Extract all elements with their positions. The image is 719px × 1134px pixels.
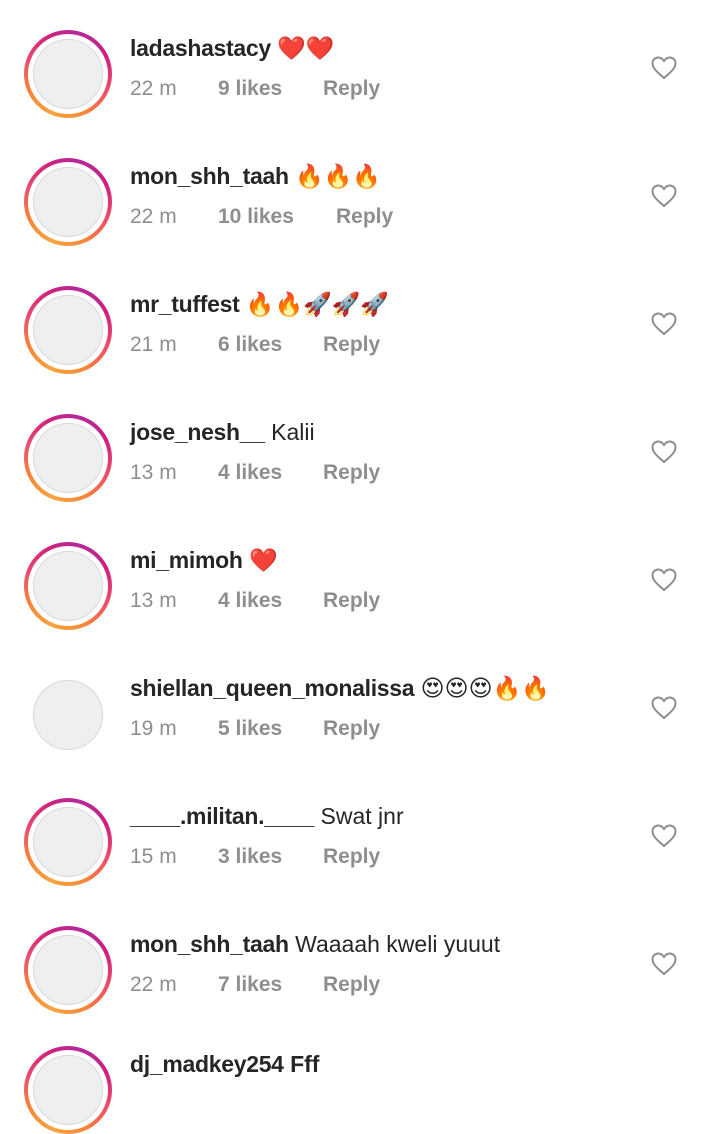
heart-outline-icon[interactable]: [651, 696, 677, 720]
comment-likes[interactable]: 3 likes: [218, 842, 323, 872]
heart-outline-icon[interactable]: [651, 440, 677, 464]
avatar-story-ring[interactable]: [24, 926, 112, 1014]
heart-outline-icon[interactable]: [651, 184, 677, 208]
comment-username[interactable]: mon_shh_taah: [130, 163, 289, 189]
avatar[interactable]: [33, 680, 103, 750]
avatar-story-ring[interactable]: [24, 542, 112, 630]
comment-text: ❤️: [249, 547, 278, 573]
comment-line: shiellan_queen_monalissa 😍😍😍🔥🔥: [130, 672, 550, 704]
comment-line: mon_shh_taah Waaaah kweli yuuut: [130, 928, 500, 960]
avatar-story-ring[interactable]: [24, 798, 112, 886]
comment-text: Swat jnr: [320, 803, 404, 829]
comment-item: mon_shh_taah Waaaah kweli yuuut 22 m 7 li…: [0, 904, 719, 1032]
comment-time: 22 m: [130, 205, 177, 228]
reply-button[interactable]: Reply: [323, 973, 380, 996]
comment-username[interactable]: mr_tuffest: [130, 291, 240, 317]
comment-username[interactable]: mi_mimoh: [130, 547, 243, 573]
heart-outline-icon[interactable]: [651, 824, 677, 848]
comment-text: 🔥🔥🚀🚀🚀: [245, 291, 390, 317]
comment-line: mi_mimoh ❤️: [130, 544, 278, 576]
avatar[interactable]: [33, 167, 103, 237]
comment-item: shiellan_queen_monalissa 😍😍😍🔥🔥 19 m 5 lik…: [0, 648, 719, 776]
heart-outline-icon[interactable]: [651, 56, 677, 80]
avatar[interactable]: [33, 423, 103, 493]
comment-meta: 22 m 10 likes Reply: [130, 202, 393, 232]
comment-item: mi_mimoh ❤️ 13 m 4 likes Reply: [0, 520, 719, 648]
reply-button[interactable]: Reply: [323, 77, 380, 100]
comment-meta: 13 m 4 likes Reply: [130, 586, 380, 616]
avatar-story-ring[interactable]: [24, 158, 112, 246]
comment-time: 22 m: [130, 973, 177, 996]
comment-line: ____.militan.____ Swat jnr: [130, 800, 404, 832]
avatar[interactable]: [33, 807, 103, 877]
avatar-wrapper[interactable]: [24, 670, 112, 758]
comment-item: mr_tuffest 🔥🔥🚀🚀🚀 21 m 6 likes Reply: [0, 264, 719, 392]
comment-line-partial: dj_madkey254 Fff: [130, 1048, 319, 1080]
comment-line: ladashastacy ❤️❤️: [130, 32, 335, 64]
reply-button[interactable]: Reply: [323, 461, 380, 484]
comment-item: jose_nesh__ Kalii 13 m 4 likes Reply: [0, 392, 719, 520]
comment-line: mon_shh_taah 🔥🔥🔥: [130, 160, 381, 192]
avatar[interactable]: [33, 551, 103, 621]
comment-username[interactable]: shiellan_queen_monalissa: [130, 675, 415, 701]
comment-meta: 19 m 5 likes Reply: [130, 714, 380, 744]
comment-text: Waaaah kweli yuuut: [295, 931, 501, 957]
avatar[interactable]: [33, 1055, 103, 1125]
comment-text: Kalii: [271, 419, 315, 445]
reply-button[interactable]: Reply: [323, 333, 380, 356]
comment-meta: 21 m 6 likes Reply: [130, 330, 380, 360]
comment-item: ladashastacy ❤️❤️ 22 m 9 likes Reply: [0, 8, 719, 136]
avatar-story-ring[interactable]: [24, 1046, 112, 1134]
comment-time: 22 m: [130, 77, 177, 100]
comment-text: 🔥🔥🔥: [295, 163, 382, 189]
comment-meta: 15 m 3 likes Reply: [130, 842, 380, 872]
comment-likes[interactable]: 6 likes: [218, 330, 323, 360]
comment-item: mon_shh_taah 🔥🔥🔥 22 m 10 likes Reply: [0, 136, 719, 264]
avatar-story-ring[interactable]: [24, 30, 112, 118]
comment-likes[interactable]: 5 likes: [218, 714, 323, 744]
comment-text: 😍😍😍🔥🔥: [420, 675, 550, 701]
comment-username[interactable]: ladashastacy: [130, 35, 271, 61]
reply-button[interactable]: Reply: [336, 205, 393, 228]
reply-button[interactable]: Reply: [323, 589, 380, 612]
comment-username[interactable]: mon_shh_taah: [130, 931, 289, 957]
comment-line: mr_tuffest 🔥🔥🚀🚀🚀: [130, 288, 389, 320]
avatar[interactable]: [33, 295, 103, 365]
comment-meta: 13 m 4 likes Reply: [130, 458, 380, 488]
avatar[interactable]: [33, 935, 103, 1005]
avatar[interactable]: [33, 39, 103, 109]
heart-outline-icon[interactable]: [651, 952, 677, 976]
comment-username[interactable]: ____.militan.____: [130, 803, 314, 829]
heart-outline-icon[interactable]: [651, 568, 677, 592]
comment-time: 13 m: [130, 461, 177, 484]
comment-username[interactable]: dj_madkey254: [130, 1051, 284, 1077]
heart-outline-icon[interactable]: [651, 312, 677, 336]
comment-likes[interactable]: 4 likes: [218, 586, 323, 616]
comment-time: 15 m: [130, 845, 177, 868]
avatar-story-ring[interactable]: [24, 286, 112, 374]
comment-meta: 22 m 7 likes Reply: [130, 970, 380, 1000]
reply-button[interactable]: Reply: [323, 845, 380, 868]
comment-time: 19 m: [130, 717, 177, 740]
comment-text: ❤️❤️: [277, 35, 335, 61]
avatar-story-ring[interactable]: [24, 414, 112, 502]
comment-likes[interactable]: 4 likes: [218, 458, 323, 488]
comment-likes[interactable]: 9 likes: [218, 74, 323, 104]
comment-likes[interactable]: 7 likes: [218, 970, 323, 1000]
comment-time: 13 m: [130, 589, 177, 612]
comment-username[interactable]: jose_nesh__: [130, 419, 265, 445]
comment-likes[interactable]: 10 likes: [218, 202, 336, 232]
reply-button[interactable]: Reply: [323, 717, 380, 740]
comment-line: jose_nesh__ Kalii: [130, 416, 315, 448]
comment-time: 21 m: [130, 333, 177, 356]
comment-meta: 22 m 9 likes Reply: [130, 74, 380, 104]
comment-item: ____.militan.____ Swat jnr 15 m 3 likes Re…: [0, 776, 719, 904]
comment-text: Fff: [290, 1051, 320, 1077]
